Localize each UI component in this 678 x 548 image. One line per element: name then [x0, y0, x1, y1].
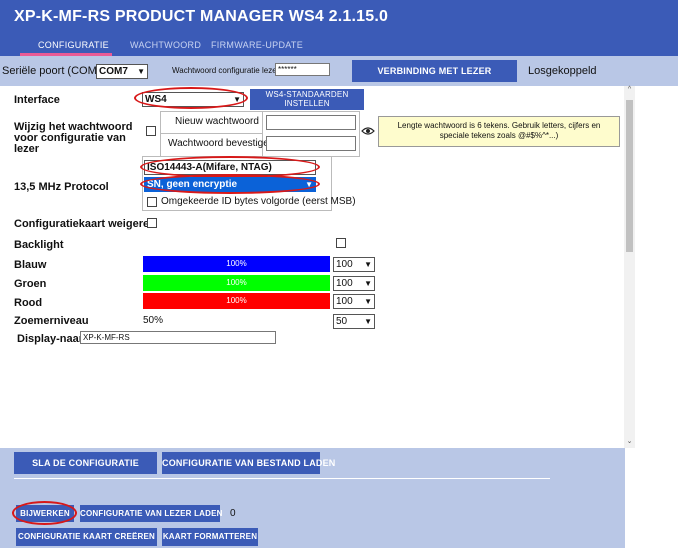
divider — [14, 478, 550, 479]
green-value: 100 — [336, 278, 353, 289]
reject-card-checkbox[interactable] — [147, 218, 157, 228]
chevron-down-icon: ▼ — [233, 95, 241, 104]
confirm-password-label: Wachtwoord bevestigen — [168, 138, 275, 149]
red-value: 100 — [336, 296, 353, 307]
buzzer-percent: 50% — [143, 315, 164, 326]
create-card-button[interactable]: CONFIGURATIE KAART CREËREN — [16, 528, 157, 546]
buzzer-label: Zoemerniveau — [14, 315, 89, 327]
blue-label: Blauw — [14, 259, 47, 271]
confirm-password-input[interactable] — [266, 136, 356, 151]
buzzer-value: 50 — [336, 316, 348, 327]
ws4-defaults-button[interactable]: WS4-STANDAARDEN INSTELLEN — [250, 89, 364, 110]
update-counter: 0 — [230, 508, 236, 519]
tab-firmware-update[interactable]: FIRMWARE-UPDATE — [211, 40, 303, 50]
change-password-checkbox[interactable] — [146, 126, 156, 136]
backlight-label: Backlight — [14, 239, 64, 251]
buzzer-value-select[interactable]: 50 ▼ — [333, 314, 375, 329]
interface-value: WS4 — [145, 94, 167, 105]
green-label: Groen — [14, 278, 47, 290]
connect-reader-button[interactable]: VERBINDING MET LEZER — [352, 60, 517, 82]
display-name-label: Display-naam — [17, 333, 89, 345]
password-hint-tooltip: Lengte wachtwoord is 6 tekens. Gebruik l… — [378, 116, 620, 147]
display-name-input[interactable]: XP-K-MF-RS — [80, 331, 276, 344]
blue-value-select[interactable]: 100 ▼ — [333, 257, 375, 272]
change-password-label: Wijzig het wachtwoord voor configuratie … — [14, 121, 133, 155]
reverse-id-checkbox[interactable] — [147, 197, 157, 207]
encryption-select[interactable]: SN, geen encryptie ▼ — [144, 177, 316, 192]
reader-password-input[interactable]: ****** — [275, 63, 330, 76]
chevron-down-icon: ▼ — [364, 317, 372, 326]
blue-value: 100 — [336, 259, 353, 270]
blue-slider[interactable]: 100% — [143, 256, 330, 272]
connection-status: Losgekoppeld — [528, 65, 597, 77]
blue-percent: 100% — [226, 259, 247, 268]
eye-icon[interactable] — [361, 126, 375, 136]
tab-configuratie[interactable]: CONFIGURATIE — [38, 40, 109, 50]
reverse-id-label: Omgekeerde ID bytes volgorde (eerst MSB) — [161, 196, 356, 207]
chevron-down-icon: ▼ — [364, 279, 372, 288]
tab-wachtwoord[interactable]: WACHTWOORD — [130, 40, 201, 50]
new-password-label: Nieuw wachtwoord — [175, 116, 259, 127]
load-reader-config-button[interactable]: CONFIGURATIE VAN LEZER LADEN — [80, 505, 222, 522]
protocol-label: 13,5 MHz Protocol — [14, 181, 109, 193]
scroll-up-icon[interactable]: ^ — [624, 86, 635, 93]
load-file-config-button[interactable]: CONFIGURATIE VAN BESTAND LADEN — [162, 452, 335, 474]
divider — [160, 133, 262, 134]
green-percent: 100% — [226, 278, 247, 287]
protocol-value: ISO14443-A(Mifare, NTAG) — [147, 162, 272, 173]
format-card-button[interactable]: KAART FORMATTEREN — [162, 528, 258, 546]
chevron-down-icon: ▼ — [137, 67, 145, 76]
backlight-checkbox[interactable] — [336, 238, 346, 248]
reader-password-label: Wachtwoord configuratie lezer — [172, 66, 280, 75]
scroll-down-icon[interactable]: ⌄ — [624, 437, 635, 445]
port-value: COM7 — [99, 66, 128, 77]
update-button[interactable]: BIJWERKEN — [16, 505, 74, 522]
green-value-select[interactable]: 100 ▼ — [333, 276, 375, 291]
red-percent: 100% — [226, 296, 247, 305]
chevron-down-icon: ▼ — [364, 297, 372, 306]
app-title: XP-K-MF-RS PRODUCT MANAGER WS4 2.1.15.0 — [14, 8, 389, 25]
divider — [262, 111, 263, 157]
protocol-select[interactable]: ISO14443-A(Mifare, NTAG) — [144, 160, 316, 175]
interface-label: Interface — [14, 94, 60, 106]
encryption-value: SN, geen encryptie — [147, 179, 238, 190]
chevron-down-icon: ▼ — [364, 260, 372, 269]
port-label: Seriële poort (COM) — [2, 65, 101, 77]
red-slider[interactable]: 100% — [143, 293, 330, 309]
chevron-down-icon: ▼ — [305, 180, 313, 189]
red-label: Rood — [14, 297, 43, 309]
interface-select[interactable]: WS4 ▼ — [142, 92, 244, 107]
red-value-select[interactable]: 100 ▼ — [333, 294, 375, 309]
port-select[interactable]: COM7 ▼ — [96, 64, 148, 79]
new-password-input[interactable] — [266, 115, 356, 130]
scrollbar-thumb[interactable] — [626, 100, 633, 252]
save-config-button[interactable]: SLA DE CONFIGURATIE — [14, 452, 157, 474]
green-slider[interactable]: 100% — [143, 275, 330, 291]
reject-card-label: Configuratiekaart weigeren — [14, 218, 156, 230]
